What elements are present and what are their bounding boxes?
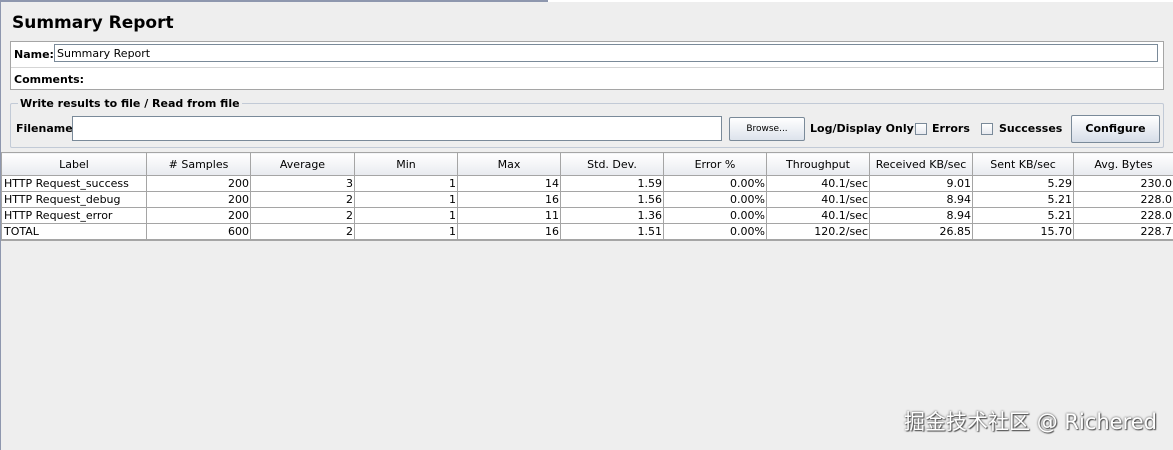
table-cell: 8.94 — [869, 191, 973, 208]
errors-checkbox[interactable] — [915, 123, 927, 135]
table-cell: 3 — [250, 175, 355, 192]
column-header[interactable]: Avg. Bytes — [1073, 152, 1173, 176]
table-cell: 200 — [146, 207, 251, 224]
summary-table-area: Label # Samples Average Min Max Std. Dev. Erro… — [1, 152, 1173, 241]
table-cell: 11 — [457, 207, 561, 224]
table-cell: 0.00% — [663, 191, 767, 208]
filename-input[interactable] — [72, 116, 722, 141]
table-cell: 230.0 — [1073, 175, 1173, 192]
table-cell: 200 — [146, 191, 251, 208]
summary-table: Label # Samples Average Min Max Std. Dev. Erro… — [1, 152, 1173, 240]
table-cell: 1 — [354, 191, 458, 208]
panel-divider — [11, 67, 1163, 68]
table-cell: 5.21 — [972, 191, 1074, 208]
table-cell: 40.1/sec — [766, 207, 870, 224]
name-comments-panel: Name: Comments: — [10, 41, 1164, 90]
row-label-cell: HTTP Request_success — [1, 175, 147, 192]
row-label-cell: TOTAL — [1, 223, 147, 240]
log-display-only-label: Log/Display Only: — [810, 122, 919, 135]
table-cell: 228.7 — [1073, 223, 1173, 240]
column-header[interactable]: Label — [1, 152, 147, 176]
table-cell: 1.56 — [560, 191, 664, 208]
name-label: Name: — [14, 48, 54, 61]
table-body: HTTP Request_success 200 3 1 14 1.59 0.00% 40.1… — [1, 175, 1173, 240]
table-cell: 0.00% — [663, 207, 767, 224]
table-cell: 26.85 — [869, 223, 973, 240]
panel-title: Summary Report — [12, 13, 174, 33]
table-row[interactable]: HTTP Request_success 200 3 1 14 1.59 0.00% 40.1… — [1, 175, 1173, 192]
table-cell: 1.59 — [560, 175, 664, 192]
browse-button[interactable]: Browse... — [729, 117, 805, 141]
table-cell: 2 — [250, 207, 355, 224]
filename-label: Filename — [16, 122, 73, 135]
table-cell: 228.0 — [1073, 191, 1173, 208]
column-header[interactable]: Throughput — [766, 152, 870, 176]
errors-label[interactable]: Errors — [932, 122, 970, 135]
table-cell: 16 — [457, 191, 561, 208]
column-header[interactable]: Average — [250, 152, 355, 176]
row-label-cell: HTTP Request_error — [1, 207, 147, 224]
table-row[interactable]: HTTP Request_debug 200 2 1 16 1.56 0.00% 40.1/s… — [1, 191, 1173, 208]
table-cell: 1 — [354, 175, 458, 192]
column-header[interactable]: Received KB/sec — [869, 152, 973, 176]
table-cell: 14 — [457, 175, 561, 192]
table-header-row: Label # Samples Average Min Max Std. Dev. Erro… — [1, 152, 1173, 176]
row-label-cell: HTTP Request_debug — [1, 191, 147, 208]
table-cell: 40.1/sec — [766, 191, 870, 208]
table-cell: 0.00% — [663, 223, 767, 240]
table-row[interactable]: TOTAL 600 2 1 16 1.51 0.00% 120.2/sec 26.85 15.70… — [1, 223, 1173, 240]
table-cell: 1.36 — [560, 207, 664, 224]
column-header[interactable]: Max — [457, 152, 561, 176]
table-row[interactable]: HTTP Request_error 200 2 1 11 1.36 0.00% 40.1/s… — [1, 207, 1173, 224]
table-cell: 228.0 — [1073, 207, 1173, 224]
table-cell: 200 — [146, 175, 251, 192]
table-cell: 9.01 — [869, 175, 973, 192]
table-cell: 1 — [354, 207, 458, 224]
table-cell: 1 — [354, 223, 458, 240]
table-cell: 120.2/sec — [766, 223, 870, 240]
table-cell: 15.70 — [972, 223, 1074, 240]
column-header[interactable]: Sent KB/sec — [972, 152, 1074, 176]
comments-label: Comments: — [14, 73, 85, 86]
table-cell: 1.51 — [560, 223, 664, 240]
column-header[interactable]: Min — [354, 152, 458, 176]
column-header[interactable]: Error % — [663, 152, 767, 176]
table-cell: 5.21 — [972, 207, 1074, 224]
watermark: 掘金技术社区 @ Richered — [904, 410, 1157, 434]
window-top-border — [0, 0, 1173, 2]
table-cell: 2 — [250, 223, 355, 240]
file-group-title: Write results to file / Read from file — [18, 97, 242, 110]
table-cell: 600 — [146, 223, 251, 240]
column-header[interactable]: Std. Dev. — [560, 152, 664, 176]
table-cell: 8.94 — [869, 207, 973, 224]
table-cell: 5.29 — [972, 175, 1074, 192]
successes-label[interactable]: Successes — [999, 122, 1062, 135]
table-cell: 16 — [457, 223, 561, 240]
table-cell: 40.1/sec — [766, 175, 870, 192]
successes-checkbox[interactable] — [981, 123, 993, 135]
table-cell: 0.00% — [663, 175, 767, 192]
configure-button[interactable]: Configure — [1071, 115, 1160, 143]
column-header[interactable]: # Samples — [146, 152, 251, 176]
table-cell: 2 — [250, 191, 355, 208]
name-input[interactable] — [54, 44, 1158, 62]
